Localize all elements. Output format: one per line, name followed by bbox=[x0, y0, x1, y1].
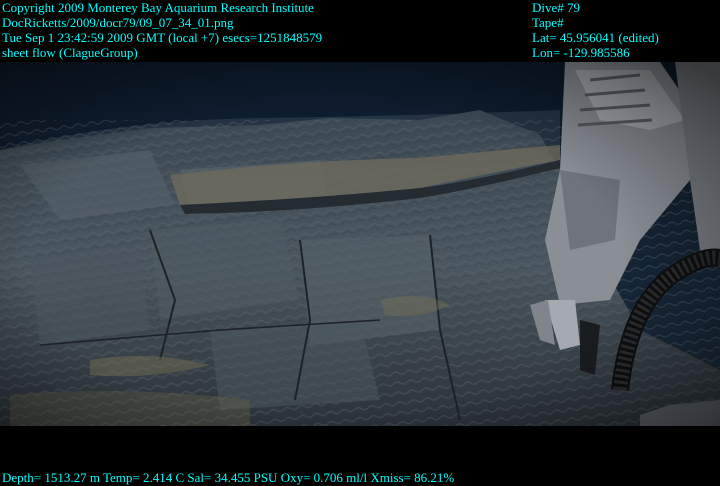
copyright-text: Copyright 2009 Monterey Bay Aquarium Res… bbox=[2, 0, 314, 15]
timestamp-text: Tue Sep 1 23:42:59 2009 GMT (local +7) e… bbox=[2, 30, 323, 45]
latitude-text: Lat= 45.956041 (edited) bbox=[532, 30, 659, 45]
header-right-overlay: Dive# 79 Tape# Lat= 45.956041 (edited) L… bbox=[532, 0, 659, 60]
seafloor-photo bbox=[0, 0, 720, 486]
dive-number-text: Dive# 79 bbox=[532, 0, 581, 15]
image-path-text: DocRicketts/2009/docr79/09_07_34_01.png bbox=[2, 15, 234, 30]
tape-number-text: Tape# bbox=[532, 15, 564, 30]
longitude-text: Lon= -129.985586 bbox=[532, 45, 630, 60]
telemetry-overlay: Depth= 1513.27 m Temp= 2.414 C Sal= 34.4… bbox=[2, 470, 454, 485]
header-left-overlay: Copyright 2009 Monterey Bay Aquarium Res… bbox=[2, 0, 322, 60]
annotation-text: sheet flow (ClagueGroup) bbox=[2, 45, 138, 60]
telemetry-text: Depth= 1513.27 m Temp= 2.414 C Sal= 34.4… bbox=[2, 470, 455, 485]
